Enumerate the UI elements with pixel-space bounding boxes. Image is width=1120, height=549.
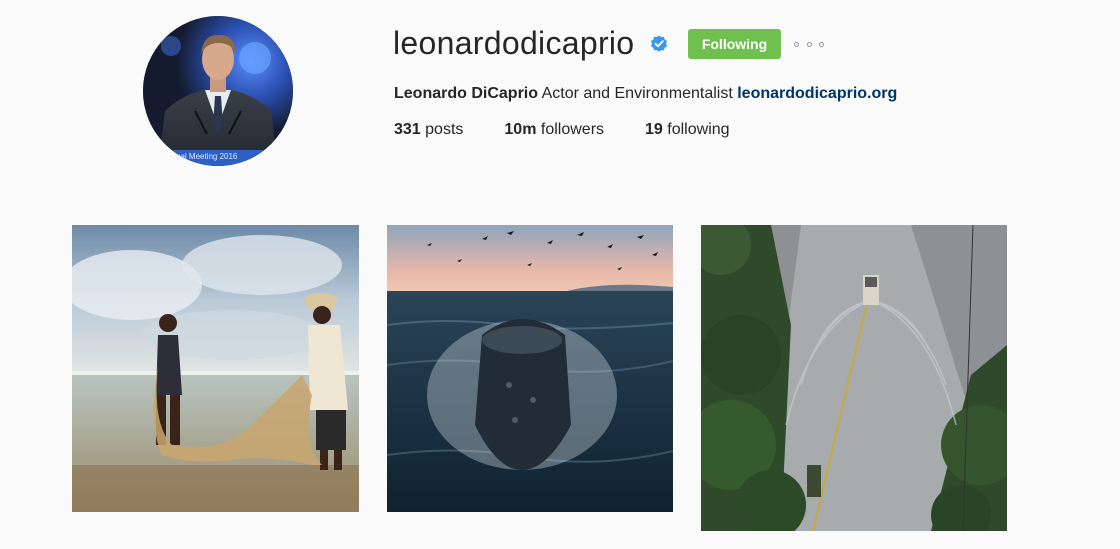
- post-image-whale: [387, 225, 673, 512]
- dot: [794, 41, 799, 47]
- avatar-caption: ual Meeting 2016: [176, 152, 238, 161]
- dot: [819, 41, 824, 47]
- ellipsis-icon[interactable]: [794, 36, 824, 52]
- profile-avatar[interactable]: [143, 16, 293, 166]
- verified-badge-icon: [651, 35, 667, 52]
- post-thumbnail[interactable]: [701, 225, 1007, 531]
- avatar-photo: [143, 16, 293, 166]
- post-image-fishing-net: [72, 225, 359, 512]
- website-link[interactable]: leonardodicaprio.org: [737, 85, 897, 102]
- dot: [806, 41, 812, 47]
- posts-count: 331: [394, 121, 421, 138]
- profile-full-name: Leonardo DiCaprio: [394, 85, 539, 102]
- posts-stat[interactable]: 331 posts: [394, 120, 463, 140]
- profile-username: leonardodicaprio: [393, 25, 635, 61]
- following-label: following: [667, 121, 730, 138]
- posts-label: posts: [425, 121, 464, 138]
- post-thumbnail[interactable]: [72, 225, 359, 512]
- profile-bio: Leonardo DiCaprio Actor and Environmenta…: [394, 84, 897, 104]
- followers-stat[interactable]: 10m followers: [504, 120, 604, 140]
- followers-count: 10m: [504, 121, 537, 138]
- post-thumbnail[interactable]: [387, 225, 673, 512]
- following-button[interactable]: Following: [688, 29, 781, 59]
- profile-stats: 331 posts 10m followers 19 following: [394, 120, 771, 140]
- following-stat[interactable]: 19 following: [645, 120, 730, 140]
- post-image-flooded-road: [701, 225, 1007, 531]
- following-count: 19: [645, 121, 663, 138]
- bio-text: Actor and Environmentalist: [541, 85, 733, 102]
- followers-label: followers: [540, 121, 605, 138]
